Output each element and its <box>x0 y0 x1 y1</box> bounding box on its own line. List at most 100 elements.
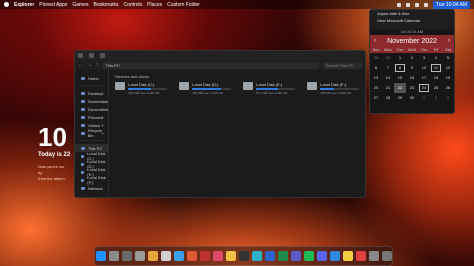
drive-tile[interactable]: Local Disk (C:) 48.5 GB free of 118 GB <box>115 82 168 95</box>
sidebar-item-network[interactable]: Network <box>75 184 108 192</box>
calendar-day[interactable]: 9 <box>406 63 418 73</box>
calendar-day[interactable]: 1 <box>394 53 406 63</box>
calendar-day[interactable]: 17 <box>418 73 430 83</box>
search-input[interactable]: Search This PC <box>323 61 362 69</box>
battery-icon[interactable] <box>415 2 420 7</box>
calendar-day[interactable]: 1 <box>418 93 430 103</box>
notes-icon[interactable] <box>342 251 353 261</box>
menu-bookmarks[interactable]: Bookmarks <box>94 2 119 8</box>
calendar-day[interactable]: 7 <box>382 63 394 73</box>
calendar-day[interactable]: 25 <box>430 83 442 93</box>
teams-icon[interactable] <box>290 251 301 261</box>
title-bar[interactable] <box>75 51 365 60</box>
terminal-icon[interactable] <box>238 251 249 261</box>
calendar-day[interactable]: 10 <box>418 63 430 73</box>
search-icon[interactable] <box>424 2 429 7</box>
calendar-day[interactable]: 11 <box>430 63 442 73</box>
calendar-day[interactable]: 20 <box>370 83 382 93</box>
toolbar: ← → ↑ This PC Search This PC <box>75 60 365 70</box>
calendar-day[interactable]: 29 <box>394 93 406 103</box>
tab-icon[interactable] <box>89 53 94 58</box>
calendar-day[interactable]: 30 <box>370 53 382 63</box>
calendar-day[interactable]: 5 <box>442 53 454 63</box>
drive-tile[interactable]: Local Disk (F:) 298 GB free of 465 GB <box>307 82 360 95</box>
prev-month-button[interactable]: ‹ <box>374 38 376 44</box>
video-icon[interactable] <box>199 251 210 261</box>
calendar-icon[interactable] <box>355 251 366 261</box>
forward-button[interactable]: → <box>87 62 92 68</box>
photos-icon[interactable] <box>186 251 197 261</box>
volume-icon[interactable] <box>406 2 411 7</box>
wifi-icon[interactable] <box>397 2 402 7</box>
sidebar-item-label: Downloads <box>88 98 108 104</box>
files-icon[interactable] <box>225 251 236 261</box>
calendar-day[interactable]: 4 <box>430 53 442 63</box>
drive-tile[interactable]: Local Disk (E:) 51.2 GB free of 115 GB <box>243 82 296 95</box>
calendar-day[interactable]: 19 <box>442 73 454 83</box>
sidebar-item-recycle-bin[interactable]: Recycle Bin ✦ <box>75 128 108 138</box>
calendar-day[interactable]: 31 <box>382 53 394 63</box>
recycle-bin-icon <box>81 131 85 135</box>
calendar-day[interactable]: 16 <box>406 73 418 83</box>
launchpad-icon[interactable] <box>108 251 119 261</box>
calendar-day[interactable]: 2 <box>430 93 442 103</box>
calendar-day[interactable]: 15 <box>394 73 406 83</box>
menu-custom-folder[interactable]: Custom Folder <box>167 2 200 8</box>
address-bar[interactable]: This PC <box>102 61 319 69</box>
calendar-day[interactable]: 8 <box>394 63 406 73</box>
calendar-day[interactable]: 26 <box>442 83 454 93</box>
calendar-day[interactable]: 27 <box>370 93 382 103</box>
spotify-icon[interactable] <box>303 251 314 261</box>
finder-icon[interactable] <box>95 251 106 261</box>
code-icon[interactable] <box>329 251 340 261</box>
calendar-day[interactable]: 14 <box>382 73 394 83</box>
menu-view-calendar[interactable]: View Microsoft Calendar <box>370 17 454 24</box>
calendar-month[interactable]: November 2022 <box>387 38 437 45</box>
excel-icon[interactable] <box>277 251 288 261</box>
sidebar-item-documents[interactable]: Documents ✦ <box>75 105 108 113</box>
sidebar-item-drive-f[interactable]: Local Disk (F:) <box>75 175 108 185</box>
recycle-icon[interactable] <box>121 251 132 261</box>
widget-date: Today is 22 <box>38 152 71 158</box>
music-icon[interactable] <box>212 251 223 261</box>
next-month-button[interactable]: › <box>448 38 450 44</box>
calendar-day[interactable]: 3 <box>442 93 454 103</box>
mail-icon[interactable] <box>173 251 184 261</box>
sidebar-item-desktop[interactable]: Desktop ✦ <box>75 89 108 97</box>
downloads-icon[interactable] <box>368 251 379 261</box>
new-tab-icon[interactable] <box>100 53 105 58</box>
word-icon[interactable] <box>264 251 275 261</box>
calendar-day[interactable]: 12 <box>442 63 454 73</box>
menu-games[interactable]: Games <box>72 2 88 8</box>
menu-explorer[interactable]: Explorer <box>14 2 34 8</box>
edge-icon[interactable] <box>251 251 262 261</box>
chrome-icon[interactable] <box>147 251 158 261</box>
calendar-day[interactable]: 30 <box>406 93 418 103</box>
trash-icon[interactable] <box>381 251 392 261</box>
calendar-day[interactable]: 13 <box>370 73 382 83</box>
menu-adjust-date-time[interactable]: Adjust date & time <box>370 10 454 17</box>
calendar-day[interactable]: 28 <box>382 93 394 103</box>
calendar-day[interactable]: 2 <box>406 53 418 63</box>
store-icon[interactable] <box>160 251 171 261</box>
calendar-day[interactable]: 23 <box>406 83 418 93</box>
calendar-day[interactable]: 3 <box>418 53 430 63</box>
up-button[interactable]: ↑ <box>96 62 99 68</box>
drive-tile[interactable]: Local Disk (D:) 120 GB free of 465 GB <box>179 82 232 95</box>
settings-icon[interactable] <box>134 251 145 261</box>
calendar-day[interactable]: 22 <box>394 83 406 93</box>
calendar-day[interactable]: 21 <box>382 83 394 93</box>
menu-places[interactable]: Places <box>147 2 162 8</box>
menu-controls[interactable]: Controls <box>124 2 143 8</box>
menu-pinned-apps[interactable]: Pinned Apps <box>39 2 67 8</box>
calendar-day[interactable]: 24 <box>418 83 430 93</box>
sidebar-item-home[interactable]: Home <box>75 74 108 82</box>
calendar-day[interactable]: 6 <box>370 63 382 73</box>
calendar-day[interactable]: 18 <box>430 73 442 83</box>
sidebar-item-pictures[interactable]: Pictures ✦ <box>75 113 108 121</box>
clock[interactable]: Tue 10:04 AM <box>433 0 470 9</box>
discord-icon[interactable] <box>316 251 327 261</box>
sidebar-item-downloads[interactable]: Downloads ✦ <box>75 97 108 105</box>
start-icon[interactable] <box>4 2 9 7</box>
back-button[interactable]: ← <box>78 62 83 68</box>
